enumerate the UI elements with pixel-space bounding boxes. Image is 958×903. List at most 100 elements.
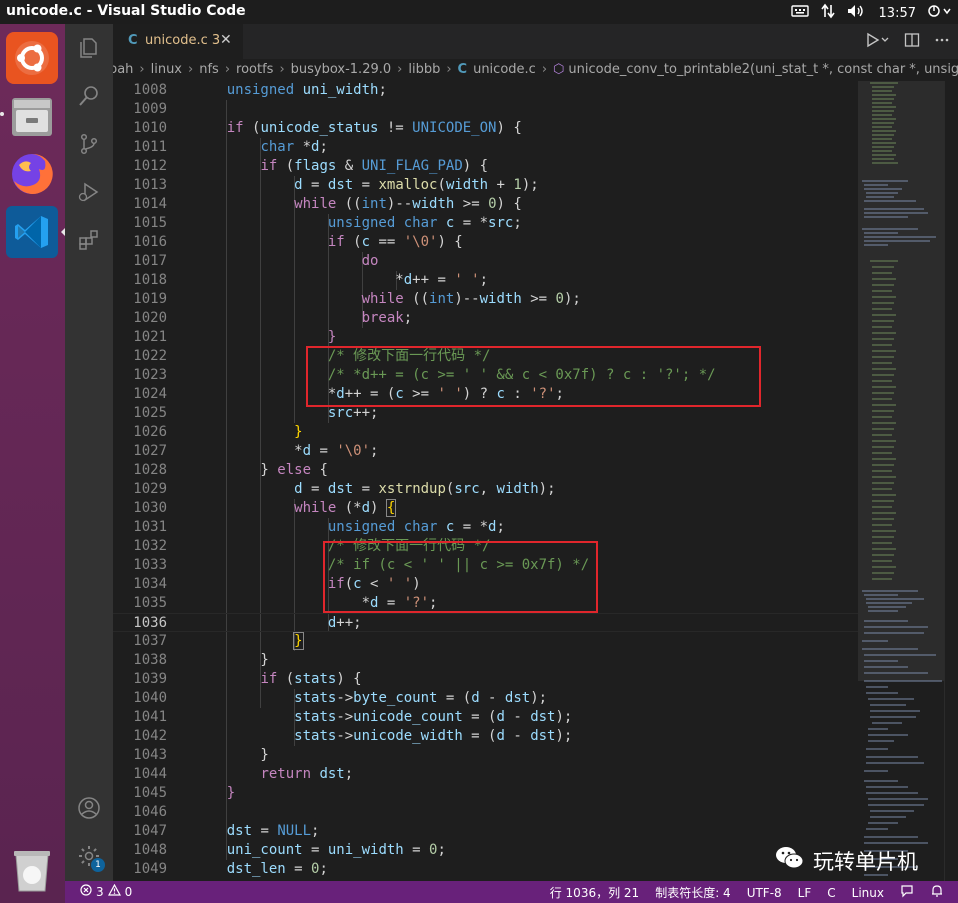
platform-config[interactable]: Linux xyxy=(852,886,884,900)
feedback-icon[interactable] xyxy=(900,884,914,901)
language-mode[interactable]: C xyxy=(827,886,835,900)
breadcrumb: noah › linux › nfs › rootfs › busybox-1.… xyxy=(113,59,958,81)
split-editor-icon[interactable] xyxy=(904,32,920,52)
end-of-line[interactable]: LF xyxy=(798,886,812,900)
indentation[interactable]: 制表符长度: 4 xyxy=(655,884,731,901)
code-line: 1037 } xyxy=(133,632,304,650)
code-line: 1013 d = dst = xmalloc(width + 1); xyxy=(133,177,539,193)
keyboard-icon[interactable] xyxy=(790,4,809,22)
code-line: 1009 xyxy=(133,101,167,117)
ubuntu-icon[interactable] xyxy=(6,32,58,84)
breadcrumb-file[interactable]: Cunicode.c xyxy=(458,62,536,77)
chevron-right-icon: › xyxy=(224,62,231,77)
breadcrumb-symbol[interactable]: ⬡ unicode_conv_to_printable2(uni_stat_t *… xyxy=(553,62,958,77)
warning-count: 0 xyxy=(124,884,133,899)
error-icon xyxy=(80,884,92,899)
source-control-icon[interactable] xyxy=(77,132,101,156)
wechat-icon xyxy=(775,845,805,876)
code-line: 1018 *d++ = ' '; xyxy=(133,272,489,288)
volume-icon[interactable] xyxy=(847,4,867,22)
minimap[interactable] xyxy=(858,81,944,881)
code-line: 1011 char *d; xyxy=(133,139,328,155)
code-line: 1041 stats->unicode_count = (d - dst); xyxy=(133,709,573,725)
breadcrumb-item[interactable]: noah xyxy=(113,62,133,77)
editor-actions xyxy=(866,32,950,52)
breadcrumb-item[interactable]: linux xyxy=(151,62,182,77)
editor-tabs: C unicode.c 3 ✕ xyxy=(113,24,958,59)
code-line: 1031 unsigned char c = *d; xyxy=(133,519,505,535)
code-line: 1048 uni_count = uni_width = 0; xyxy=(133,842,446,858)
code-line: 1038 } xyxy=(133,652,269,668)
vscode-icon[interactable] xyxy=(6,206,58,258)
clock[interactable]: 13:57 xyxy=(879,6,916,21)
code-line: 1016 if (c == '\0') { xyxy=(133,234,463,250)
system-menu-icon[interactable] xyxy=(928,4,952,22)
code-line: 1010 if (unicode_status != UNICODE_ON) { xyxy=(133,120,522,136)
tab-unicode-c[interactable]: C unicode.c 3 ✕ xyxy=(113,24,243,59)
code-line: 1019 while ((int)--width >= 0); xyxy=(133,291,581,307)
account-icon[interactable] xyxy=(77,796,101,820)
encoding[interactable]: UTF-8 xyxy=(747,886,782,900)
tab-label: unicode.c 3 xyxy=(145,33,221,48)
code-line: 1017 do xyxy=(133,253,379,269)
notifications-bell-icon[interactable] xyxy=(930,884,944,901)
code-editor[interactable]: 1008 unsigned uni_width; 1009 1010 if (u… xyxy=(113,81,858,881)
code-line-current: 1036 d++; xyxy=(113,613,858,632)
c-file-icon: C xyxy=(128,33,138,48)
chevron-right-icon: › xyxy=(188,62,194,77)
watermark: 玩转单片机 xyxy=(775,845,918,876)
minimap-lines xyxy=(862,82,942,876)
problems-indicator[interactable]: 3 0 xyxy=(80,883,133,899)
code-line: 1014 while ((int)--width >= 0) { xyxy=(133,196,522,212)
code-line: 1021 } xyxy=(133,329,337,345)
code-line: 1045 } xyxy=(133,785,236,801)
code-line: 1039 if (stats) { xyxy=(133,671,362,687)
run-icon[interactable] xyxy=(866,32,890,52)
firefox-icon[interactable] xyxy=(6,148,58,200)
run-debug-icon[interactable] xyxy=(77,180,101,204)
code-line: 1046 xyxy=(133,804,167,820)
code-line: 1044 return dst; xyxy=(133,766,354,782)
vertical-scrollbar[interactable] xyxy=(944,81,958,881)
code-line: 1012 if (flags & UNI_FLAG_PAD) { xyxy=(133,158,489,174)
more-actions-icon[interactable] xyxy=(934,32,950,52)
code-line: 1043 } xyxy=(133,747,269,763)
breadcrumb-item[interactable]: rootfs xyxy=(236,62,273,77)
breadcrumb-item[interactable]: nfs xyxy=(199,62,219,77)
annotation-box xyxy=(323,541,598,613)
status-bar: 3 0 行 1036，列 21 制表符长度: 4 UTF-8 LF C Linu… xyxy=(65,881,958,903)
breadcrumb-item[interactable]: busybox-1.29.0 xyxy=(291,62,392,77)
chevron-right-icon: › xyxy=(541,62,548,77)
watermark-text: 玩转单片机 xyxy=(813,849,918,874)
breadcrumb-item[interactable]: libbb xyxy=(408,62,440,77)
code-line: 1030 while (*d) { xyxy=(133,499,397,517)
extensions-icon[interactable] xyxy=(77,228,101,252)
code-line: 1042 stats->unicode_width = (d - dst); xyxy=(133,728,573,744)
ubuntu-dock xyxy=(0,24,65,903)
activity-bar: 1 xyxy=(65,24,113,881)
files-icon[interactable] xyxy=(6,90,58,142)
code-line: 1047 dst = NULL; xyxy=(133,823,320,839)
system-tray[interactable]: 13:57 xyxy=(790,3,952,23)
system-top-bar: unicode.c - Visual Studio Code 13:57 xyxy=(0,0,958,24)
c-file-icon: C xyxy=(457,62,468,77)
search-icon[interactable] xyxy=(77,84,101,108)
settings-gear-icon[interactable]: 1 xyxy=(77,844,105,872)
chevron-right-icon: › xyxy=(397,62,403,77)
code-line: 1027 *d = '\0'; xyxy=(133,443,379,459)
running-indicator xyxy=(0,112,4,116)
warning-icon xyxy=(107,883,121,899)
close-icon[interactable]: ✕ xyxy=(220,32,232,48)
code-line: 1049 dst_len = 0; xyxy=(133,861,328,877)
code-line: 1020 break; xyxy=(133,310,413,326)
trash-icon[interactable] xyxy=(6,844,58,896)
explorer-icon[interactable] xyxy=(77,36,101,60)
chevron-right-icon: › xyxy=(446,62,452,77)
function-cube-icon: ⬡ xyxy=(553,62,565,77)
network-icon[interactable] xyxy=(820,3,835,23)
cursor-position[interactable]: 行 1036，列 21 xyxy=(550,884,639,901)
update-badge: 1 xyxy=(91,858,105,872)
chevron-right-icon: › xyxy=(279,62,285,77)
code-line: 1028 } else { xyxy=(133,462,328,478)
code-line: 1040 stats->byte_count = (d - dst); xyxy=(133,690,548,706)
